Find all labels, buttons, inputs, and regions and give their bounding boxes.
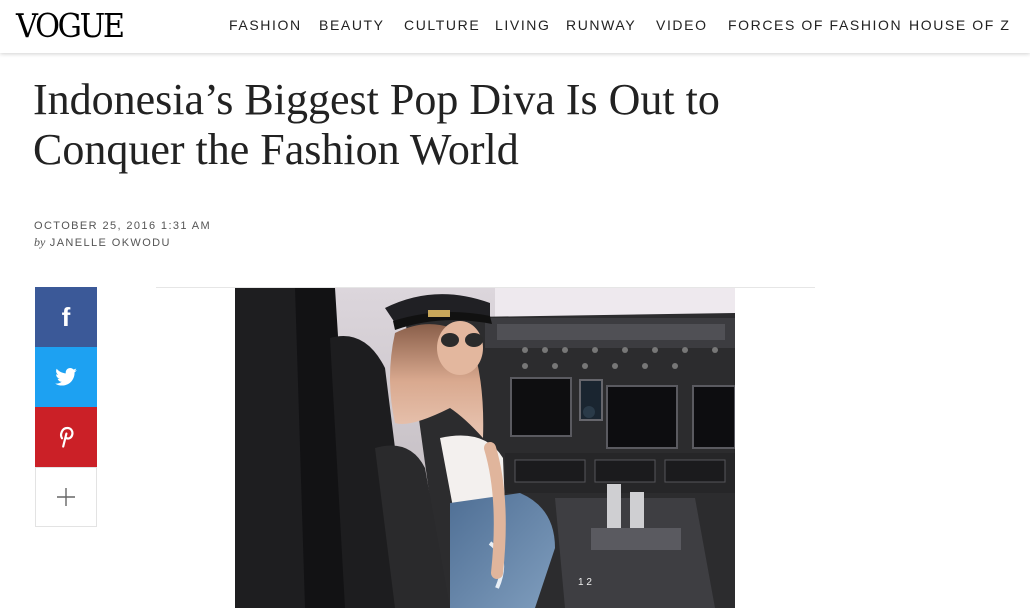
article-title: Indonesia’s Biggest Pop Diva Is Out to C… <box>33 75 833 175</box>
nav-item-forces-of-fashion[interactable]: FORCES OF FASHION <box>728 16 902 34</box>
article-meta: OCTOBER 25, 2016 1:31 AM by JANELLE OKWO… <box>34 218 211 251</box>
plus-icon <box>57 488 75 506</box>
article-date: OCTOBER 25, 2016 1:31 AM <box>34 220 212 232</box>
author-link[interactable]: JANELLE OKWODU <box>50 237 171 249</box>
article-hero-image[interactable]: 1 2 <box>235 288 735 608</box>
byline-prefix: by <box>34 235 46 249</box>
main-nav: FASHION BEAUTY CULTURE LIVING RUNWAY VID… <box>0 16 1030 36</box>
share-rail: f <box>35 287 97 527</box>
nav-item-fashion[interactable]: FASHION <box>229 16 302 34</box>
facebook-icon: f <box>61 302 71 332</box>
nav-item-living[interactable]: LIVING <box>495 16 551 34</box>
twitter-share-button[interactable] <box>35 347 97 407</box>
nav-item-video[interactable]: VIDEO <box>656 16 708 34</box>
article-title-line-1: Indonesia’s Biggest Pop Diva Is Out to <box>33 75 720 124</box>
nav-item-beauty[interactable]: BEAUTY <box>319 16 385 34</box>
hero-photo-illustration: 1 2 <box>235 288 735 608</box>
twitter-icon <box>55 368 77 386</box>
article-title-line-2: Conquer the Fashion World <box>33 125 519 174</box>
nav-item-runway[interactable]: RUNWAY <box>566 16 636 34</box>
facebook-share-button[interactable]: f <box>35 287 97 347</box>
top-navigation-bar: VOGUE FASHION BEAUTY CULTURE LIVING RUNW… <box>0 0 1030 53</box>
nav-item-house-of-z[interactable]: HOUSE OF Z <box>909 16 1011 34</box>
console-label: 1 2 <box>578 577 592 588</box>
pinterest-share-button[interactable] <box>35 407 97 467</box>
pinterest-icon <box>60 426 74 448</box>
more-share-button[interactable] <box>35 467 97 527</box>
nav-item-culture[interactable]: CULTURE <box>404 16 480 34</box>
article-byline: by JANELLE OKWODU <box>34 234 211 251</box>
